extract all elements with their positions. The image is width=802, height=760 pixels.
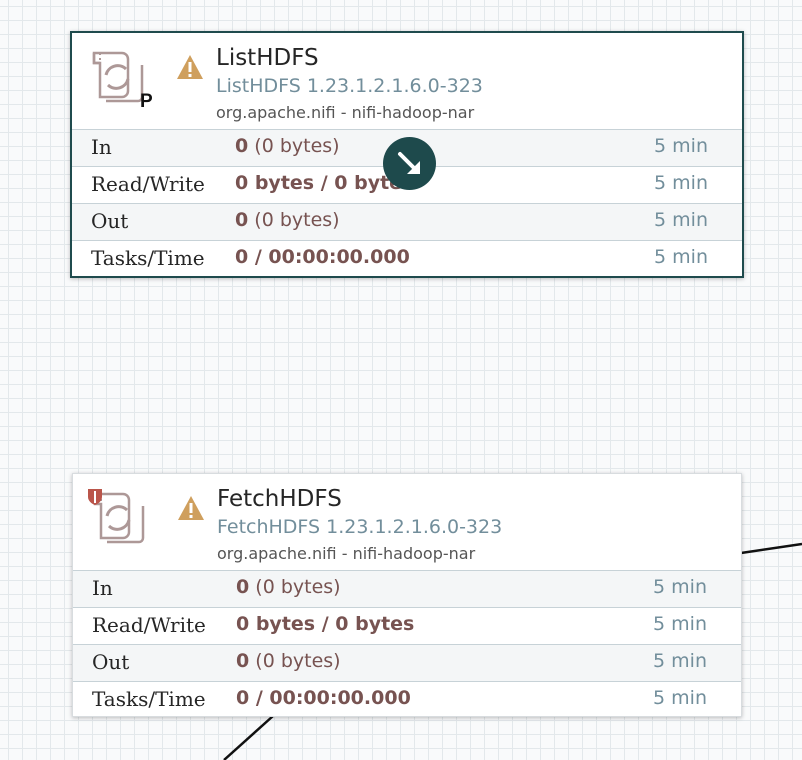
stat-tasks-time-value: 0 / 00:00:00.000 — [236, 687, 411, 709]
processor-name: ListHDFS — [216, 45, 319, 71]
stat-count: 0 — [236, 650, 250, 672]
stat-window: 5 min — [654, 246, 708, 268]
stat-label: Out — [91, 209, 129, 233]
shield-icon[interactable] — [87, 488, 103, 506]
stat-row-tasks-time: Tasks/Time 0 / 00:00:00.000 5 min — [73, 681, 741, 718]
processor-name: FetchHDFS — [217, 486, 342, 512]
processor-fetchhdfs[interactable]: FetchHDFS FetchHDFS 1.23.1.2.1.6.0-323 o… — [72, 473, 742, 717]
processor-type: ListHDFS 1.23.1.2.1.6.0-323 — [216, 75, 483, 97]
stat-label: In — [92, 576, 113, 600]
stat-size: (0 bytes) — [255, 650, 341, 672]
stat-label: Read/Write — [91, 172, 205, 196]
stat-row-out: Out 0 (0 bytes) 5 min — [73, 644, 741, 681]
stat-label: In — [91, 135, 112, 159]
stat-window: 5 min — [654, 172, 708, 194]
stat-size: (0 bytes) — [255, 576, 341, 598]
stat-window: 5 min — [653, 613, 707, 635]
connection-drag-arrow-icon[interactable] — [383, 137, 436, 190]
connection-line-right[interactable] — [740, 542, 802, 555]
stat-count: 0 — [235, 209, 249, 231]
stat-row-out: Out 0 (0 bytes) 5 min — [72, 203, 742, 240]
stat-tasks-time-value: 0 / 00:00:00.000 — [235, 246, 410, 268]
stat-window: 5 min — [654, 135, 708, 157]
processor-listhdfs[interactable]: P ListHDFS ListHDFS 1.23.1.2.1.6.0-323 o… — [70, 31, 744, 278]
stat-label: Tasks/Time — [92, 687, 206, 711]
stat-window: 5 min — [654, 209, 708, 231]
stat-count: 0 — [235, 135, 249, 157]
stat-size: (0 bytes) — [254, 209, 340, 231]
stat-value: 0 (0 bytes) — [235, 135, 340, 157]
processor-stats: In 0 (0 bytes) 5 min Read/Write 0 bytes … — [73, 570, 741, 718]
stat-value: 0 (0 bytes) — [236, 650, 341, 672]
stat-row-tasks-time: Tasks/Time 0 / 00:00:00.000 5 min — [72, 240, 742, 277]
stat-row-read-write: Read/Write 0 bytes / 0 bytes 5 min — [73, 607, 741, 644]
stat-value: 0 / 00:00:00.000 — [236, 687, 411, 709]
warning-icon[interactable] — [176, 54, 204, 80]
stat-label: Tasks/Time — [91, 246, 205, 270]
stat-label: Read/Write — [92, 613, 206, 637]
primary-node-badge: P — [140, 91, 153, 112]
stat-label: Out — [92, 650, 130, 674]
processor-icon — [90, 49, 146, 107]
stat-window: 5 min — [653, 687, 707, 709]
stat-count: 0 — [236, 576, 250, 598]
connection-line-bottom[interactable] — [223, 715, 274, 760]
stat-value: 0 bytes / 0 bytes — [236, 613, 414, 635]
stat-window: 5 min — [653, 576, 707, 598]
stat-window: 5 min — [653, 650, 707, 672]
stat-value: 0 (0 bytes) — [236, 576, 341, 598]
processor-bundle: org.apache.nifi - nifi-hadoop-nar — [217, 544, 476, 563]
stat-row-in: In 0 (0 bytes) 5 min — [73, 570, 741, 607]
processor-type: FetchHDFS 1.23.1.2.1.6.0-323 — [217, 516, 503, 538]
stat-read-write-value: 0 bytes / 0 bytes — [236, 613, 415, 635]
stat-value: 0 (0 bytes) — [235, 209, 340, 231]
stat-value: 0 / 00:00:00.000 — [235, 246, 410, 268]
warning-icon[interactable] — [177, 495, 205, 521]
stat-size: (0 bytes) — [254, 135, 340, 157]
processor-bundle: org.apache.nifi - nifi-hadoop-nar — [216, 103, 475, 122]
